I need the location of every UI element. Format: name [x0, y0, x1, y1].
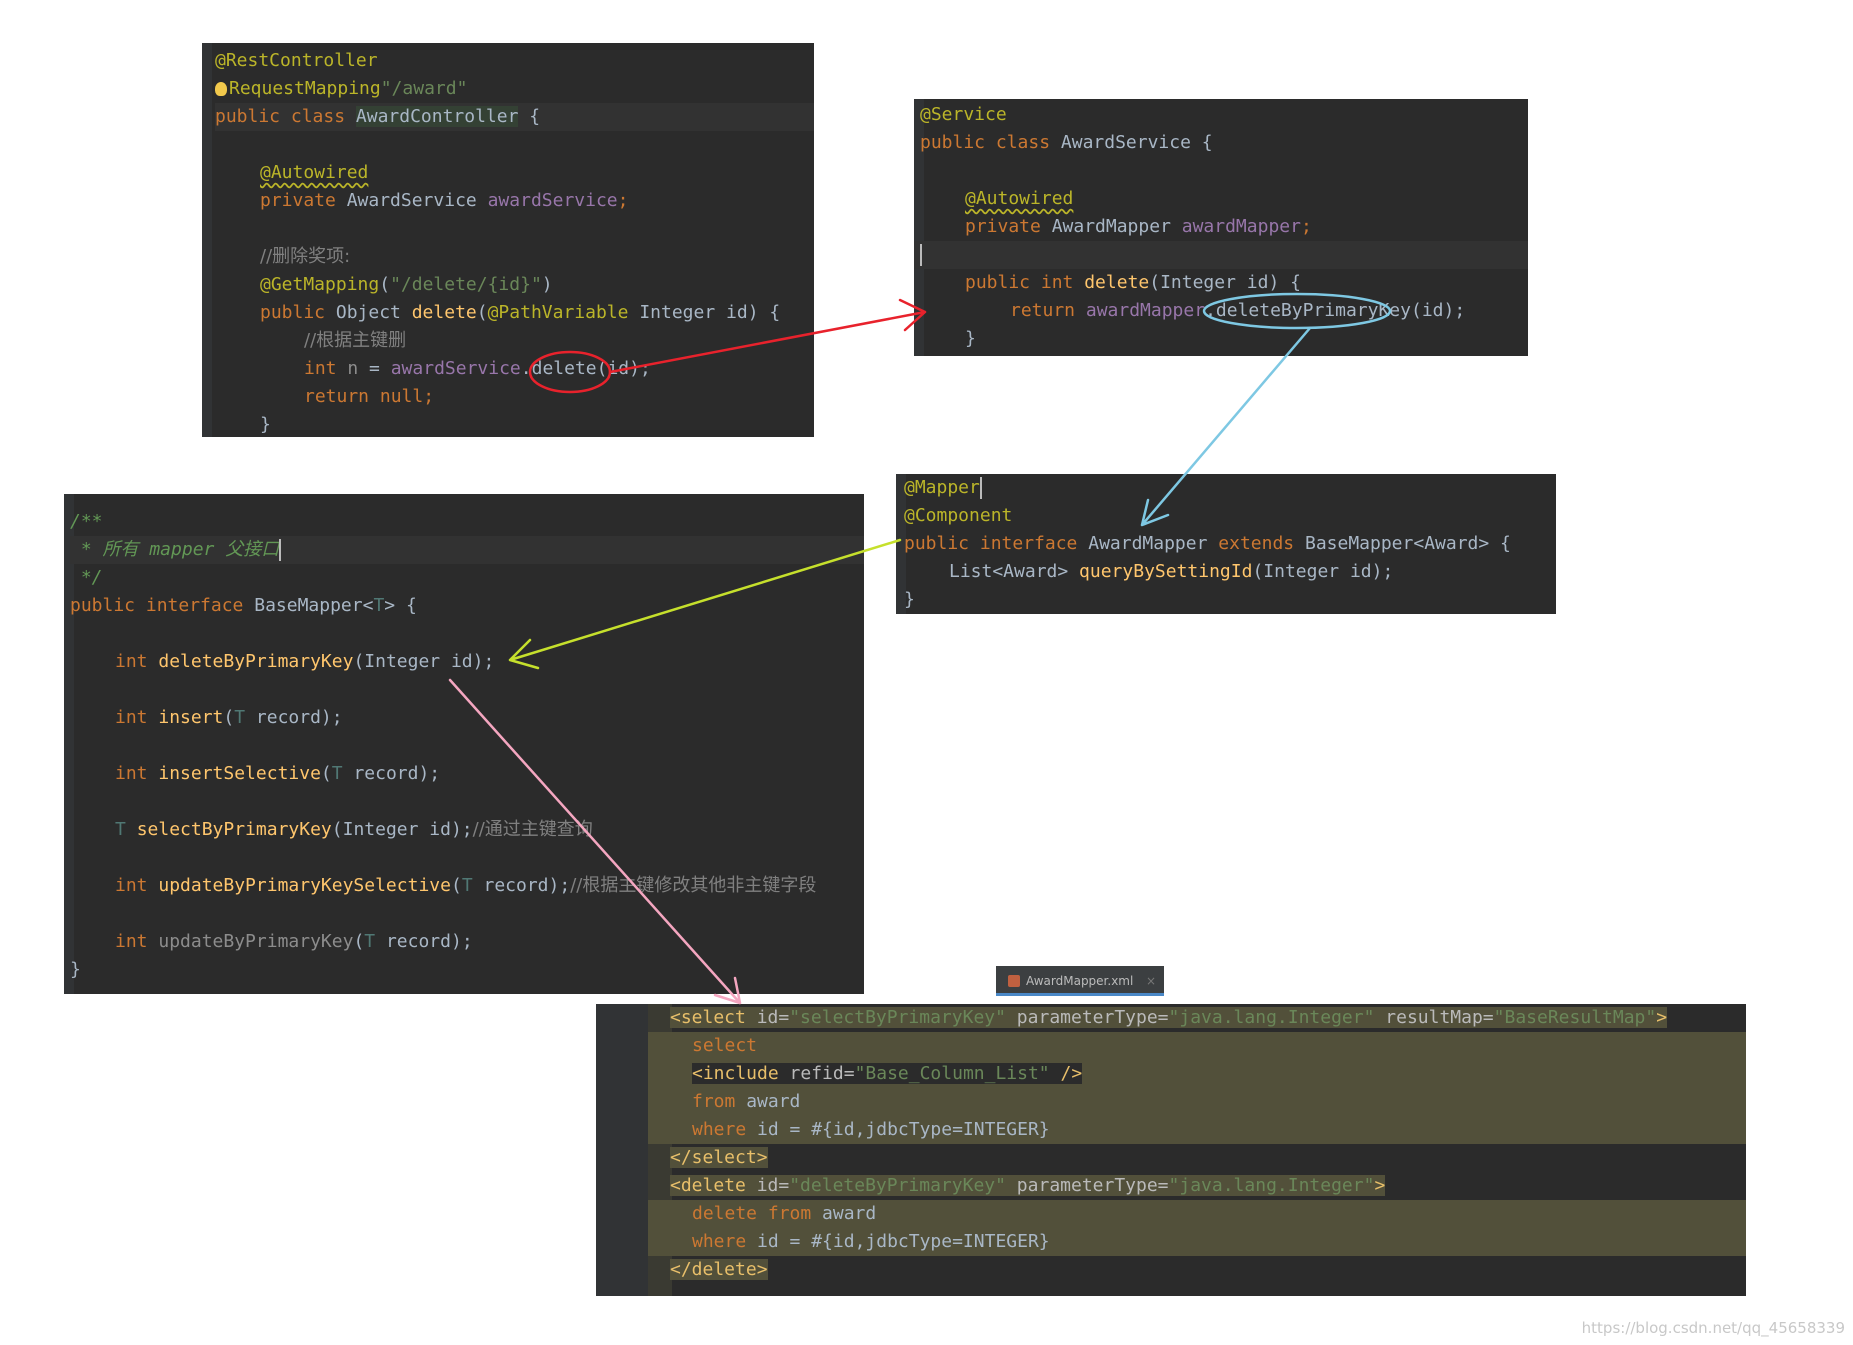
- blue-circle-marker: [1202, 292, 1392, 330]
- blue-arrow: [1140, 326, 1312, 527]
- red-circle-marker: [528, 350, 612, 394]
- watermark: https://blog.csdn.net/qq_45658339: [1581, 1319, 1845, 1337]
- pink-arrow: [448, 678, 742, 1005]
- annotation-overlay: [448, 292, 1392, 1005]
- yellow-green-arrow: [508, 538, 902, 670]
- red-arrow: [608, 298, 927, 374]
